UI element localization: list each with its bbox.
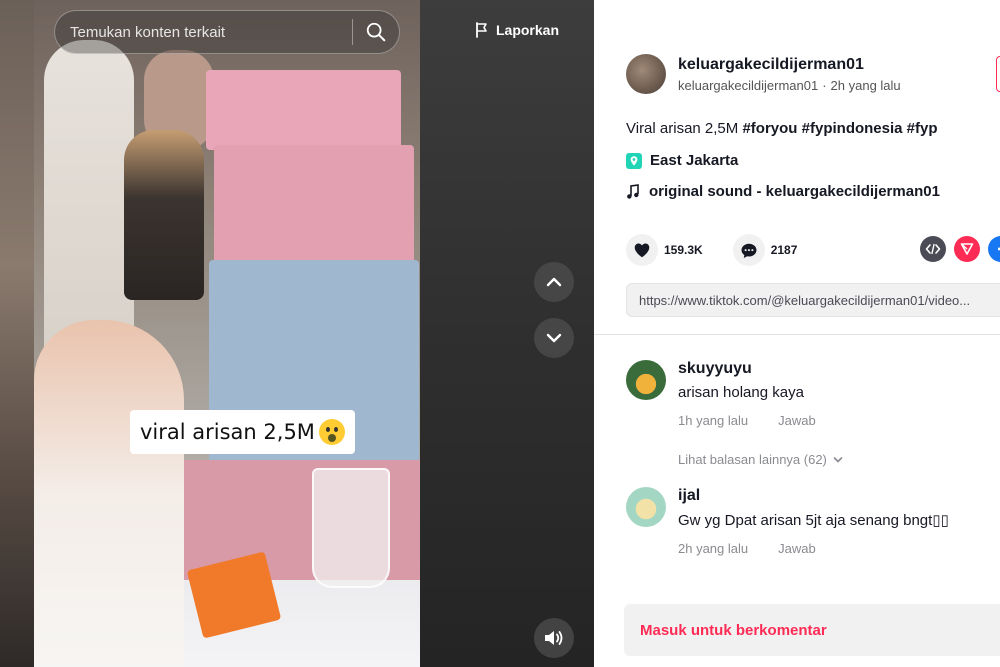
video-backdrop-left — [0, 0, 34, 667]
chevron-down-icon — [833, 456, 843, 462]
reply-button[interactable]: Jawab — [778, 541, 816, 556]
comment-text: arisan holang kaya — [678, 384, 804, 401]
comment-time: 1h yang lalu — [678, 413, 749, 428]
meta-separator: · — [822, 77, 827, 93]
author-meta: keluargakecildijerman01 · 2h yang lalu — [678, 78, 901, 93]
details-panel: keluargakecildijerman01 keluargakecildij… — [594, 0, 1000, 667]
previous-video-button[interactable] — [534, 262, 574, 302]
post-time: 2h yang lalu — [830, 77, 901, 93]
comment-item: ijal Gw yg Dpat arisan 5jt aja senang bn… — [626, 487, 949, 556]
hashtag-link[interactable]: #fyp — [907, 120, 938, 137]
video-description: Viral arisan 2,5M #foryou #fypindonesia … — [626, 120, 938, 137]
login-prompt-text: Masuk untuk berkomentar — [640, 621, 827, 639]
scene-person — [124, 130, 204, 300]
send-to-friends-button[interactable] — [954, 236, 980, 262]
comment-text: Gw yg Dpat arisan 5jt aja senang bngt▯▯ — [678, 512, 949, 529]
author-name[interactable]: keluargakecildijerman01 — [678, 56, 901, 74]
author-avatar[interactable] — [626, 54, 666, 94]
video-caption-text: viral arisan 2,5M — [140, 420, 315, 444]
view-more-replies-button[interactable]: Lihat balasan lainnya (62) — [678, 452, 843, 467]
commenter-name[interactable]: ijal — [678, 487, 949, 505]
scene-money-stack — [206, 70, 401, 150]
copy-link-field[interactable]: https://www.tiktok.com/@keluargakecildij… — [626, 283, 1000, 317]
location-link[interactable]: East Jakarta — [626, 152, 738, 169]
commenter-avatar[interactable] — [626, 487, 666, 527]
heart-icon — [634, 243, 650, 258]
comment-button[interactable] — [732, 234, 765, 266]
more-replies-label: Lihat balasan lainnya (62) — [678, 452, 827, 467]
description-text: Viral arisan 2,5M — [626, 120, 739, 137]
commenter-name[interactable]: skuyyuyu — [678, 360, 816, 378]
video-player[interactable]: viral arisan 2,5M Laporkan — [0, 0, 594, 667]
chevron-down-icon — [546, 333, 562, 343]
sound-name: original sound - keluargakecildijerman01 — [649, 183, 940, 200]
video-caption-sticker: viral arisan 2,5M — [130, 410, 355, 454]
send-icon — [960, 243, 974, 255]
hashtag-link[interactable]: #fypindonesia — [802, 120, 903, 137]
follow-button[interactable] — [996, 56, 1000, 92]
next-video-button[interactable] — [534, 318, 574, 358]
comment-meta: 2h yang lalu Jawab — [678, 541, 949, 556]
engagement-bar: 159.3K 2187 — [626, 234, 827, 266]
commenter-avatar[interactable] — [626, 360, 666, 400]
shocked-face-emoji-icon — [318, 419, 345, 445]
share-buttons — [920, 236, 1000, 262]
comment-meta: 1h yang lalu Jawab — [678, 413, 816, 428]
comment-bubble-icon — [741, 243, 757, 258]
reply-button[interactable]: Jawab — [778, 413, 816, 428]
hashtag-link[interactable]: #foryou — [742, 120, 797, 137]
scene-hand — [34, 320, 184, 667]
search-bar — [54, 10, 400, 54]
search-button[interactable] — [353, 11, 399, 53]
comment-item: skuyyuyu arisan holang kaya 1h yang lalu… — [626, 360, 816, 428]
video-frame[interactable]: viral arisan 2,5M — [34, 0, 420, 667]
volume-icon — [545, 631, 563, 645]
search-input[interactable] — [55, 11, 352, 53]
comment-count: 2187 — [770, 243, 798, 257]
report-label: Laporkan — [495, 22, 559, 38]
scene-cup — [312, 468, 390, 588]
login-to-comment-button[interactable]: Masuk untuk berkomentar — [624, 604, 1000, 656]
author-handle: keluargakecildijerman01 — [678, 77, 819, 93]
music-note-icon — [627, 183, 639, 199]
like-count: 159.3K — [664, 243, 703, 257]
location-pin-icon — [626, 152, 642, 169]
volume-button[interactable] — [534, 618, 574, 658]
share-facebook-button[interactable] — [988, 236, 1000, 262]
like-button[interactable] — [626, 234, 658, 266]
section-divider — [594, 334, 1000, 335]
report-button[interactable]: Laporkan — [460, 10, 574, 50]
embed-code-icon — [925, 243, 941, 255]
flag-icon — [476, 22, 487, 38]
chevron-up-icon — [546, 277, 562, 287]
location-name: East Jakarta — [650, 152, 739, 169]
search-icon — [366, 22, 386, 42]
facebook-icon — [998, 247, 1000, 251]
scene-money-stack — [214, 145, 414, 275]
comment-time: 2h yang lalu — [678, 541, 749, 556]
sound-link[interactable]: original sound - keluargakecildijerman01 — [626, 183, 940, 200]
share-link-text: https://www.tiktok.com/@keluargakecildij… — [639, 292, 971, 308]
author-info: keluargakecildijerman01 keluargakecildij… — [626, 54, 901, 94]
embed-button[interactable] — [920, 236, 946, 262]
